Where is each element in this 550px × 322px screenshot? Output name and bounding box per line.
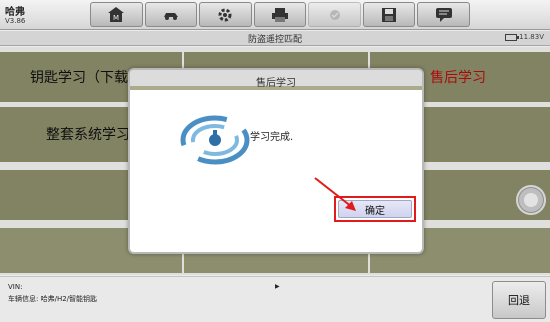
home-button[interactable]: M (90, 2, 143, 27)
dialog-title: 售后学习 (256, 78, 296, 89)
dialog-body (130, 94, 422, 252)
settings-button[interactable] (199, 2, 252, 27)
save-button[interactable] (362, 2, 416, 27)
message-button[interactable] (417, 2, 471, 27)
footer-bar: VIN: 车辆信息: 哈弗/H2/智能钥匙 ▶ 回退 (0, 276, 550, 322)
disabled-tool-button[interactable] (308, 2, 361, 27)
back-button[interactable]: 回退 (492, 281, 546, 319)
vehicle-info: 车辆信息: 哈弗/H2/智能钥匙 (8, 295, 98, 303)
toolbar: M (90, 2, 471, 27)
message-icon (435, 7, 452, 22)
app-version: V3.86 (5, 17, 26, 25)
top-bar: 哈弗 V3.86 M (0, 0, 550, 30)
dialog-message: 学习完成. (250, 132, 294, 143)
dialog-header: 售后学习 (130, 70, 422, 90)
vehicle-icon (163, 12, 178, 20)
printer-icon (272, 7, 289, 22)
home-icon: M (108, 6, 125, 22)
gear-icon (218, 8, 232, 21)
dialog: 售后学习 学习完成. 确定 (128, 68, 424, 254)
play-marker-icon: ▶ (275, 283, 280, 290)
settings-disabled-icon (329, 9, 340, 20)
red-arrow-annotation (314, 177, 356, 211)
swirl-logo-icon (180, 115, 250, 165)
save-icon (382, 7, 397, 22)
vehicle-button[interactable] (144, 2, 198, 27)
svg-text:M: M (113, 14, 119, 22)
brand-name: 哈弗 (5, 7, 25, 18)
print-button[interactable] (253, 2, 307, 27)
vin-label: VIN: (8, 283, 23, 291)
